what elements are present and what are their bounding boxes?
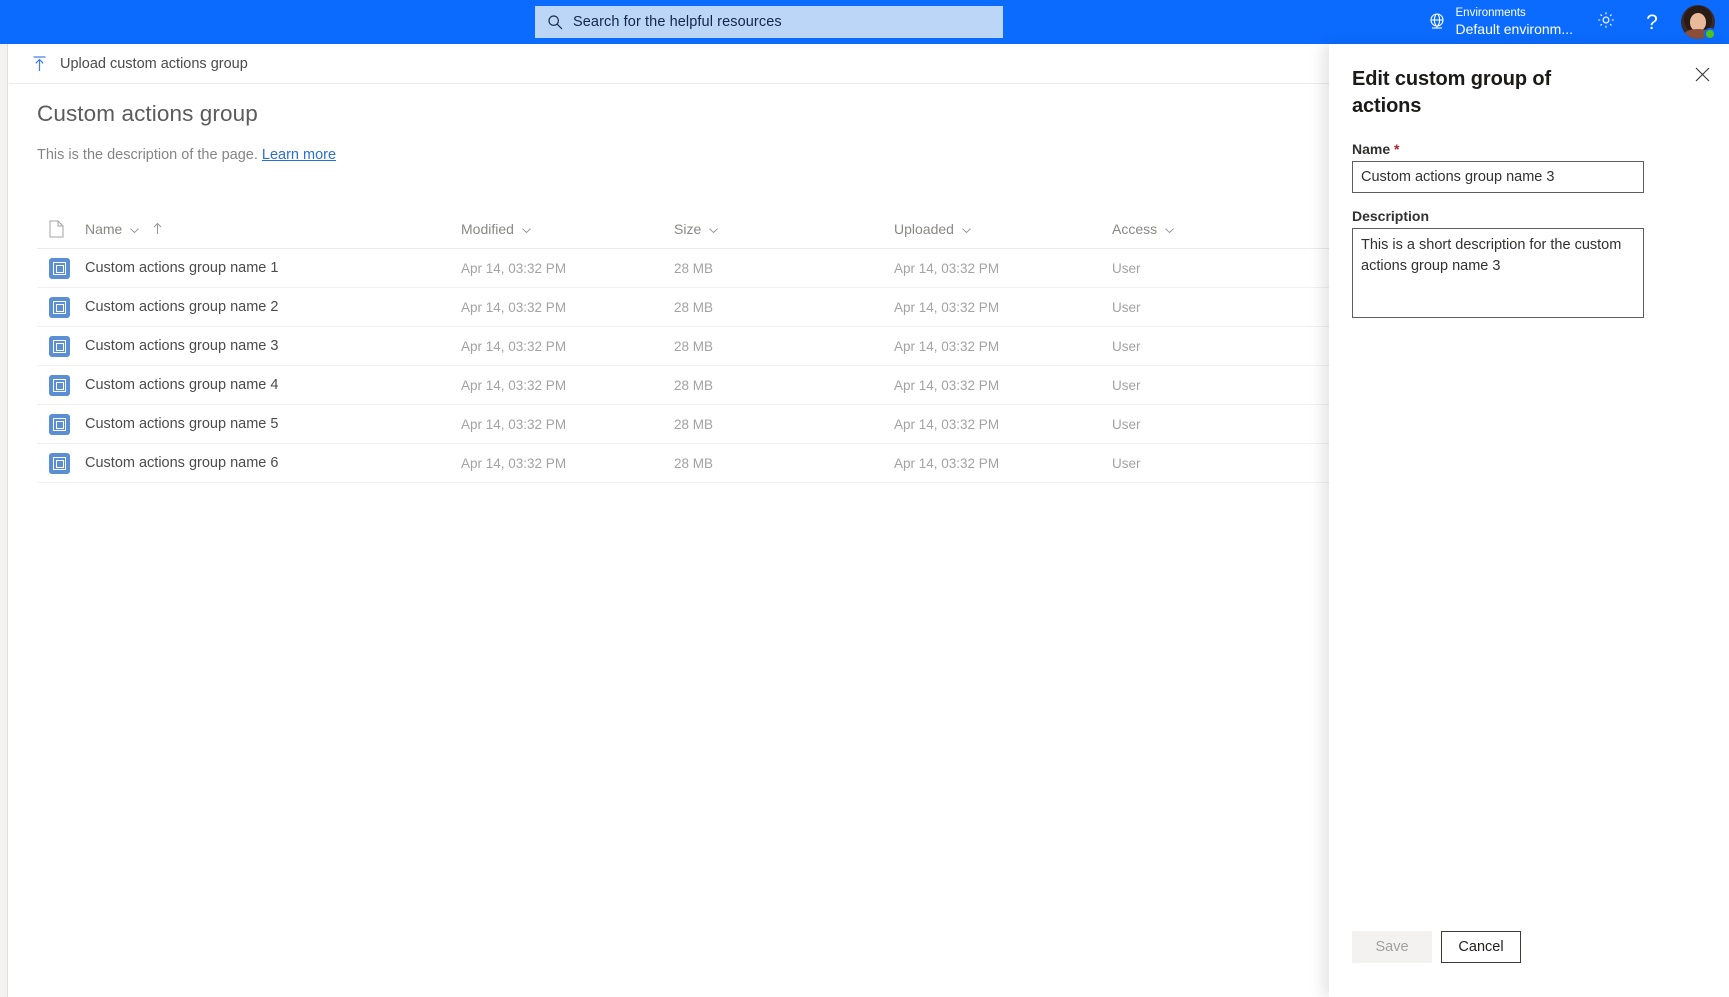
cell-size: 28 MB (674, 377, 714, 393)
cell-access: User (1112, 416, 1141, 432)
column-header-modified-label: Modified (461, 220, 514, 237)
learn-more-link[interactable]: Learn more (262, 147, 336, 163)
cell-access: User (1112, 455, 1141, 471)
row-type-icon-cell (37, 452, 85, 474)
close-panel-button[interactable] (1685, 60, 1719, 94)
cell-size: 28 MB (674, 338, 714, 354)
column-header-size[interactable]: Size (674, 221, 894, 237)
custom-actions-group-icon (49, 335, 70, 357)
chevron-down-icon (708, 223, 719, 234)
upload-button-label: Upload custom actions group (60, 55, 248, 72)
cell-name: Custom actions group name 2 (85, 299, 279, 315)
help-question-icon: ? (1646, 10, 1658, 34)
cell-uploaded: Apr 14, 03:32 PM (894, 455, 1000, 471)
search-placeholder-text: Search for the helpful resources (573, 14, 782, 30)
cell-size: 28 MB (674, 260, 714, 276)
cell-modified: Apr 14, 03:32 PM (461, 416, 567, 432)
cell-name: Custom actions group name 5 (85, 416, 279, 432)
environment-label: Environments (1455, 6, 1526, 19)
chevron-down-icon (129, 223, 140, 234)
custom-actions-group-icon (49, 257, 70, 279)
edit-custom-group-panel: Edit custom group of actions Name * Desc… (1329, 44, 1729, 997)
row-type-icon-cell (37, 413, 85, 435)
environment-value: Default environm... (1455, 20, 1574, 37)
cell-size: 28 MB (674, 416, 714, 432)
cell-access: User (1112, 299, 1141, 315)
cell-size: 28 MB (674, 299, 714, 315)
cell-access: User (1112, 377, 1141, 393)
panel-title: Edit custom group of actions (1352, 68, 1552, 117)
description-textarea[interactable] (1352, 228, 1644, 318)
column-header-modified[interactable]: Modified (461, 221, 674, 237)
top-navigation-bar: Search for the helpful resources Environ… (0, 0, 1729, 44)
column-header-uploaded-label: Uploaded (894, 220, 954, 237)
cancel-button[interactable]: Cancel (1441, 931, 1521, 963)
custom-actions-group-icon (49, 296, 70, 318)
cell-uploaded: Apr 14, 03:32 PM (894, 416, 1000, 432)
custom-actions-group-icon (49, 374, 70, 396)
custom-actions-group-icon (49, 413, 70, 435)
upload-arrow-icon (31, 55, 48, 72)
name-label-text: Name (1352, 141, 1391, 157)
left-rail (0, 44, 8, 997)
upload-custom-actions-group-button[interactable]: Upload custom actions group (9, 44, 258, 84)
column-header-access[interactable]: Access (1112, 221, 1262, 237)
cell-name: Custom actions group name 1 (85, 260, 279, 276)
close-icon (1695, 67, 1710, 87)
column-header-size-label: Size (674, 220, 702, 237)
environment-selector[interactable]: Environments Default environm... (1417, 0, 1584, 44)
cell-uploaded: Apr 14, 03:32 PM (894, 338, 1000, 354)
column-header-uploaded[interactable]: Uploaded (894, 221, 1112, 237)
globe-icon (1427, 12, 1447, 32)
row-type-icon-cell (37, 335, 85, 357)
row-type-icon-cell (37, 257, 85, 279)
cell-size: 28 MB (674, 455, 714, 471)
presence-available-badge (1704, 28, 1716, 40)
column-header-name[interactable]: Name (85, 221, 461, 237)
cell-modified: Apr 14, 03:32 PM (461, 338, 567, 354)
page-description: This is the description of the page. Lea… (37, 147, 336, 163)
cell-name: Custom actions group name 3 (85, 338, 279, 354)
custom-actions-group-icon (49, 452, 70, 474)
panel-footer-actions: Save Cancel (1352, 931, 1521, 963)
cell-modified: Apr 14, 03:32 PM (461, 260, 567, 276)
topbar-right-cluster: Environments Default environm... ? (1417, 0, 1720, 44)
chevron-down-icon (961, 223, 972, 234)
page-description-text: This is the description of the page. (37, 147, 258, 163)
cell-uploaded: Apr 14, 03:32 PM (894, 299, 1000, 315)
settings-button[interactable] (1583, 0, 1629, 44)
column-header-name-label: Name (85, 220, 123, 237)
user-account-button[interactable] (1681, 5, 1716, 40)
cell-modified: Apr 14, 03:32 PM (461, 299, 567, 315)
cell-name: Custom actions group name 6 (85, 455, 279, 471)
required-asterisk: * (1394, 141, 1400, 157)
cell-modified: Apr 14, 03:32 PM (461, 377, 567, 393)
cell-uploaded: Apr 14, 03:32 PM (894, 377, 1000, 393)
cell-modified: Apr 14, 03:32 PM (461, 455, 567, 471)
chevron-down-icon (1164, 223, 1175, 234)
description-field-label: Description (1352, 208, 1430, 224)
row-type-icon-cell (37, 374, 85, 396)
column-header-access-label: Access (1112, 220, 1158, 237)
search-icon (547, 14, 563, 30)
sort-ascending-icon (152, 222, 163, 235)
gear-icon (1596, 10, 1616, 35)
row-type-icon-cell (37, 296, 85, 318)
page-title: Custom actions group (37, 101, 258, 126)
name-input[interactable] (1352, 161, 1644, 193)
cell-access: User (1112, 338, 1141, 354)
document-icon (49, 220, 64, 238)
column-header-icon[interactable] (37, 220, 85, 238)
cell-name: Custom actions group name 4 (85, 377, 279, 393)
help-button[interactable]: ? (1629, 0, 1675, 44)
cell-access: User (1112, 260, 1141, 276)
save-button[interactable]: Save (1352, 931, 1432, 963)
cell-uploaded: Apr 14, 03:32 PM (894, 260, 1000, 276)
global-search-box[interactable]: Search for the helpful resources (535, 6, 1003, 38)
chevron-down-icon (521, 223, 532, 234)
name-field-label: Name * (1352, 141, 1399, 157)
